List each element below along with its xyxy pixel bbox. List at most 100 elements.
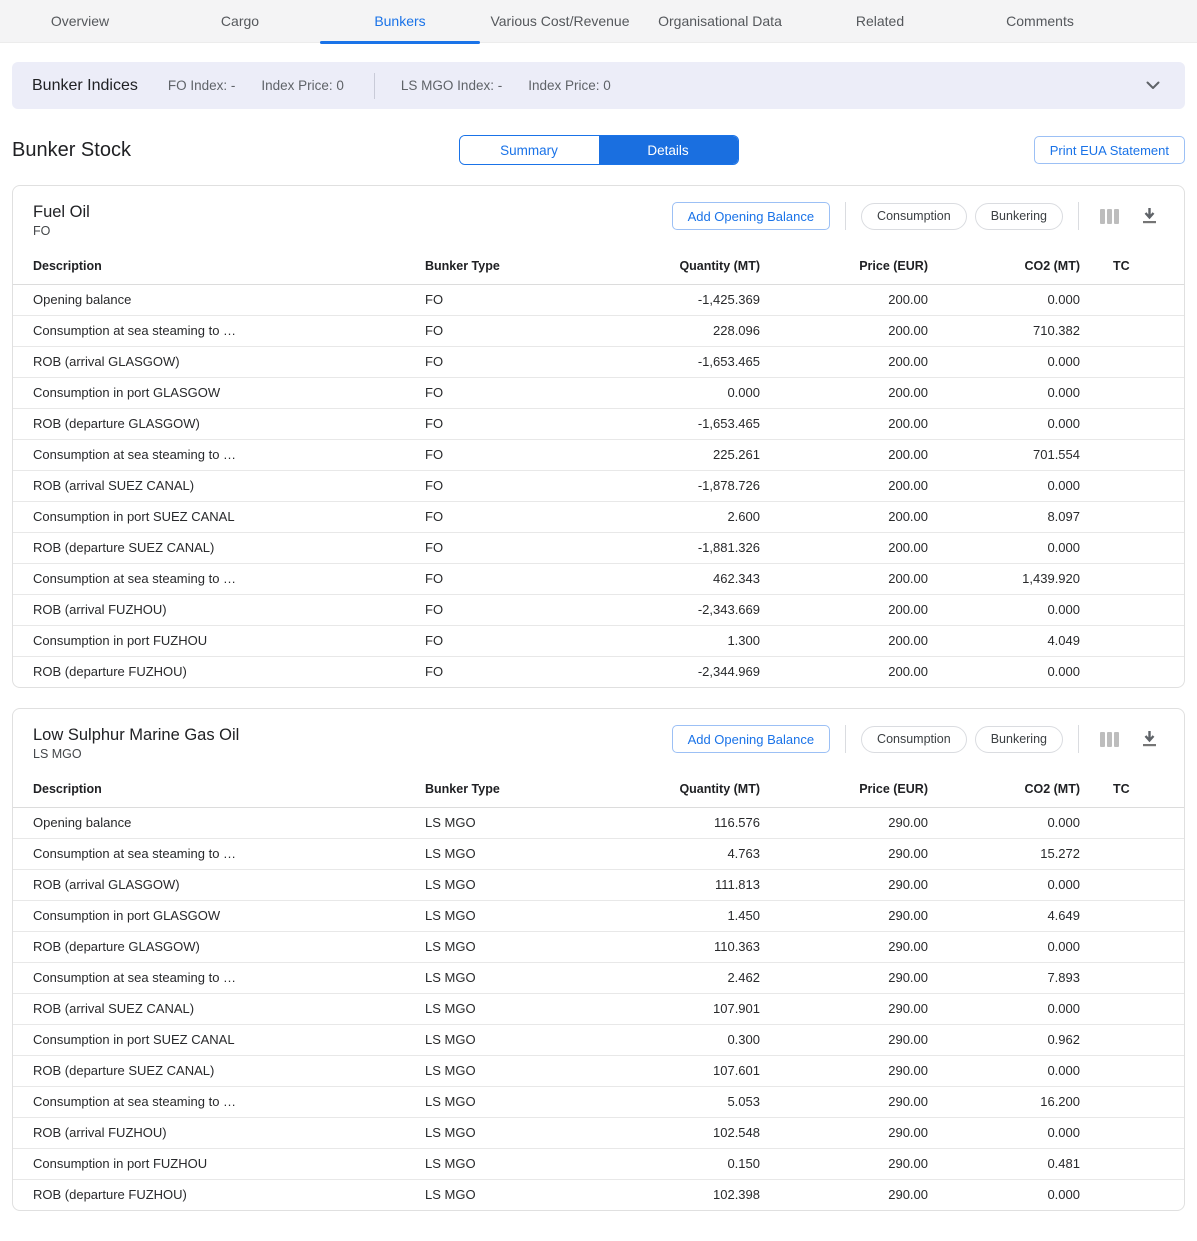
consumption-button[interactable]: Consumption [861,726,967,753]
ls-mgo-card: Low Sulphur Marine Gas Oil LS MGO Add Op… [12,708,1185,1211]
table-cell: LS MGO [425,838,595,869]
table-cell: 200.00 [762,625,930,656]
table-cell: FO [425,346,595,377]
col-description: Description [13,249,425,284]
table-cell: 290.00 [762,1055,930,1086]
table-cell: 0.300 [595,1024,762,1055]
table-cell [1082,1055,1184,1086]
bunkering-button[interactable]: Bunkering [975,203,1063,230]
indices-divider [374,73,375,99]
table-cell: 200.00 [762,656,930,687]
ls-mgo-table: Description Bunker Type Quantity (MT) Pr… [13,772,1184,1210]
table-cell: LS MGO [425,807,595,838]
table-row: ROB (departure FUZHOU)LS MGO102.398290.0… [13,1179,1184,1210]
table-cell [1082,1148,1184,1179]
page-title: Bunker Stock [12,139,131,161]
table-cell: 107.601 [595,1055,762,1086]
table-cell: FO [425,563,595,594]
table-cell: 0.000 [930,1179,1082,1210]
table-cell: 0.000 [930,656,1082,687]
table-row: Consumption in port GLASGOWFO0.000200.00… [13,377,1184,408]
table-cell [1082,931,1184,962]
table-cell: ROB (arrival FUZHOU) [13,1117,425,1148]
table-cell: 110.363 [595,931,762,962]
divider [845,202,846,230]
table-cell: -1,653.465 [595,408,762,439]
table-row: ROB (departure FUZHOU)FO-2,344.969200.00… [13,656,1184,687]
table-cell [1082,563,1184,594]
table-cell [1082,993,1184,1024]
table-row: Consumption at sea steaming to …LS MGO2.… [13,962,1184,993]
table-cell: FO [425,315,595,346]
table-cell: 200.00 [762,563,930,594]
table-cell: Consumption in port SUEZ CANAL [13,1024,425,1055]
tab-related[interactable]: Related [800,0,960,42]
table-row: Consumption in port SUEZ CANALFO2.600200… [13,501,1184,532]
bunkering-button[interactable]: Bunkering [975,726,1063,753]
table-cell: 290.00 [762,869,930,900]
column-settings-button[interactable] [1094,201,1124,231]
table-cell: 0.000 [930,931,1082,962]
table-cell: ROB (arrival GLASGOW) [13,346,425,377]
ls-mgo-index-price: Index Price: 0 [528,78,611,93]
table-row: ROB (arrival SUEZ CANAL)LS MGO107.901290… [13,993,1184,1024]
table-header-row: Description Bunker Type Quantity (MT) Pr… [13,772,1184,807]
table-cell: -1,425.369 [595,284,762,315]
tab-overview[interactable]: Overview [0,0,160,42]
table-cell [1082,532,1184,563]
table-cell: 2.600 [595,501,762,532]
ls-mgo-index-value: LS MGO Index: - [401,78,502,93]
table-cell: 290.00 [762,931,930,962]
table-cell: 200.00 [762,532,930,563]
table-cell: 1,439.920 [930,563,1082,594]
table-row: ROB (departure SUEZ CANAL)FO-1,881.32620… [13,532,1184,563]
consumption-button[interactable]: Consumption [861,203,967,230]
table-cell: ROB (departure FUZHOU) [13,1179,425,1210]
divider [1078,725,1079,753]
table-cell [1082,1024,1184,1055]
table-cell [1082,1086,1184,1117]
tab-cargo[interactable]: Cargo [160,0,320,42]
table-cell: 4.763 [595,838,762,869]
table-cell: 290.00 [762,1117,930,1148]
table-cell: 2.462 [595,962,762,993]
table-cell: FO [425,470,595,501]
card-subtitle: LS MGO [33,746,672,763]
col-bunker-type: Bunker Type [425,772,595,807]
tab-organisational-data[interactable]: Organisational Data [640,0,800,42]
table-cell: FO [425,656,595,687]
table-cell [1082,470,1184,501]
table-cell: LS MGO [425,1086,595,1117]
table-cell [1082,501,1184,532]
table-cell: Consumption at sea steaming to … [13,315,425,346]
table-cell [1082,625,1184,656]
table-row: ROB (arrival FUZHOU)FO-2,343.669200.000.… [13,594,1184,625]
table-cell: LS MGO [425,869,595,900]
col-co2: CO2 (MT) [930,249,1082,284]
table-row: ROB (arrival GLASGOW)FO-1,653.465200.000… [13,346,1184,377]
table-cell: 0.000 [930,993,1082,1024]
table-cell [1082,1179,1184,1210]
add-opening-balance-button[interactable]: Add Opening Balance [672,202,830,230]
table-cell: 0.000 [930,1055,1082,1086]
print-eua-statement-button[interactable]: Print EUA Statement [1034,136,1185,164]
table-row: Consumption at sea steaming to …LS MGO4.… [13,838,1184,869]
col-price: Price (EUR) [762,249,930,284]
tab-bunkers[interactable]: Bunkers [320,0,480,42]
tab-various-cost-revenue[interactable]: Various Cost/Revenue [480,0,640,42]
table-cell: 0.000 [595,377,762,408]
download-button[interactable] [1134,724,1164,754]
add-opening-balance-button[interactable]: Add Opening Balance [672,725,830,753]
table-cell [1082,408,1184,439]
table-cell: 16.200 [930,1086,1082,1117]
expand-indices-button[interactable] [1139,72,1167,100]
table-cell: -2,344.969 [595,656,762,687]
column-settings-button[interactable] [1094,724,1124,754]
table-cell: 290.00 [762,1024,930,1055]
download-button[interactable] [1134,201,1164,231]
table-cell: FO [425,501,595,532]
details-toggle-button[interactable]: Details [599,136,738,164]
summary-toggle-button[interactable]: Summary [460,136,599,164]
tab-comments[interactable]: Comments [960,0,1120,42]
table-cell: 111.813 [595,869,762,900]
